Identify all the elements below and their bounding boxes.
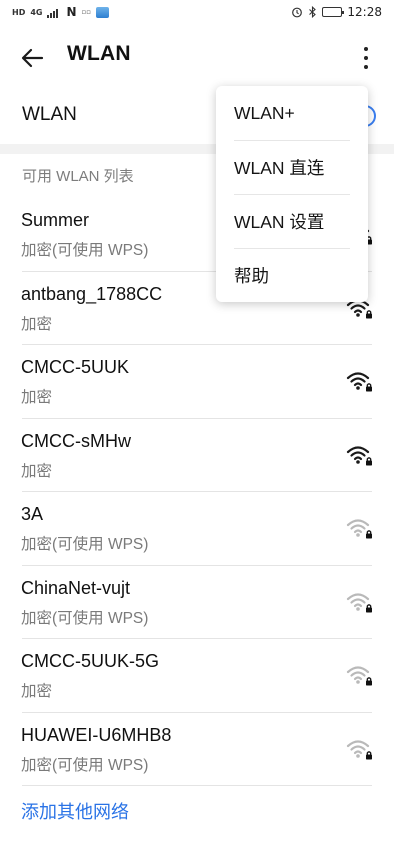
list-divider — [22, 785, 372, 786]
network-security-status: 加密 — [21, 683, 53, 700]
network-name: CMCC-5UUK-5G — [21, 651, 160, 671]
menu-item-wlan-settings[interactable]: WLAN 设置 — [234, 194, 350, 248]
network-item[interactable]: 3A 加密(可使用 WPS) — [0, 492, 394, 566]
wifi-locked-icon — [346, 666, 372, 686]
status-time: 12:28 — [347, 5, 382, 19]
status-bar: HD 4G N ▫▫ 12:28 — [0, 0, 394, 24]
back-arrow-icon — [21, 48, 44, 68]
alarm-icon — [292, 7, 303, 18]
status-right: 12:28 — [291, 5, 382, 19]
more-options-button[interactable] — [354, 44, 378, 72]
available-networks-header: 可用 WLAN 列表 — [22, 168, 134, 185]
network-security-status: 加密(可使用 WPS) — [21, 536, 149, 553]
network-item[interactable]: CMCC-5UUK-5G 加密 — [0, 639, 394, 713]
wifi-locked-icon — [346, 372, 372, 392]
wifi-locked-icon — [346, 445, 372, 465]
wifi-locked-icon — [346, 739, 372, 759]
network-type-indicator: 4G — [30, 7, 43, 17]
network-name: ChinaNet-vujt — [21, 577, 131, 598]
network-security-status: 加密 — [21, 315, 53, 333]
menu-item-wlan-direct[interactable]: WLAN 直连 — [234, 140, 350, 194]
network-name: Summer — [21, 210, 90, 230]
network-security-status: 加密(可使用 WPS) — [21, 242, 149, 259]
hd-indicator: HD — [12, 7, 26, 17]
wlan-settings-screen: HD 4G N ▫▫ 12:28 WLAN WLAN 可用 WLAN 列表 Su… — [0, 0, 394, 868]
battery-icon — [322, 7, 345, 17]
network-security-status: 加密(可使用 WPS) — [21, 756, 149, 774]
more-dot-icon — [364, 47, 368, 51]
status-left: HD 4G N ▫▫ — [12, 5, 110, 19]
more-dot-icon — [364, 56, 368, 60]
cell-signal-icon — [47, 8, 59, 18]
network-item[interactable]: CMCC-sMHw 加密 — [0, 419, 394, 492]
overflow-menu: WLAN+ WLAN 直连 WLAN 设置 帮助 — [216, 86, 368, 302]
wifi-locked-icon — [346, 592, 372, 612]
network-security-status: 加密(可使用 WPS) — [21, 609, 149, 627]
page-title: WLAN — [67, 42, 131, 65]
network-name: HUAWEI-U6MHB8 — [21, 724, 172, 745]
notification-icon: ▫▫ — [81, 8, 92, 16]
wifi-locked-icon — [346, 519, 372, 539]
network-security-status: 加密 — [21, 389, 53, 406]
add-other-network-link[interactable]: 添加其他网络 — [21, 798, 129, 824]
bluetooth-icon — [309, 6, 317, 18]
network-name: antbang_1788CC — [21, 283, 163, 304]
app-notification-icon — [96, 6, 110, 18]
network-item[interactable]: CMCC-5UUK 加密 — [0, 345, 394, 419]
network-name: 3A — [21, 504, 44, 524]
more-dot-icon — [364, 65, 368, 69]
network-security-status: 加密 — [21, 462, 53, 480]
wlan-toggle-label: WLAN — [22, 104, 77, 125]
menu-item-help[interactable]: 帮助 — [234, 248, 350, 302]
back-button[interactable] — [18, 43, 48, 73]
menu-item-wlan-plus[interactable]: WLAN+ — [234, 86, 350, 140]
network-name: CMCC-sMHw — [21, 430, 131, 451]
nfc-icon: N — [66, 5, 77, 19]
app-bar: WLAN — [0, 28, 394, 86]
network-name: CMCC-5UUK — [21, 357, 129, 377]
network-item[interactable]: HUAWEI-U6MHB8 加密(可使用 WPS) — [0, 713, 394, 786]
network-item[interactable]: ChinaNet-vujt 加密(可使用 WPS) — [0, 566, 394, 639]
